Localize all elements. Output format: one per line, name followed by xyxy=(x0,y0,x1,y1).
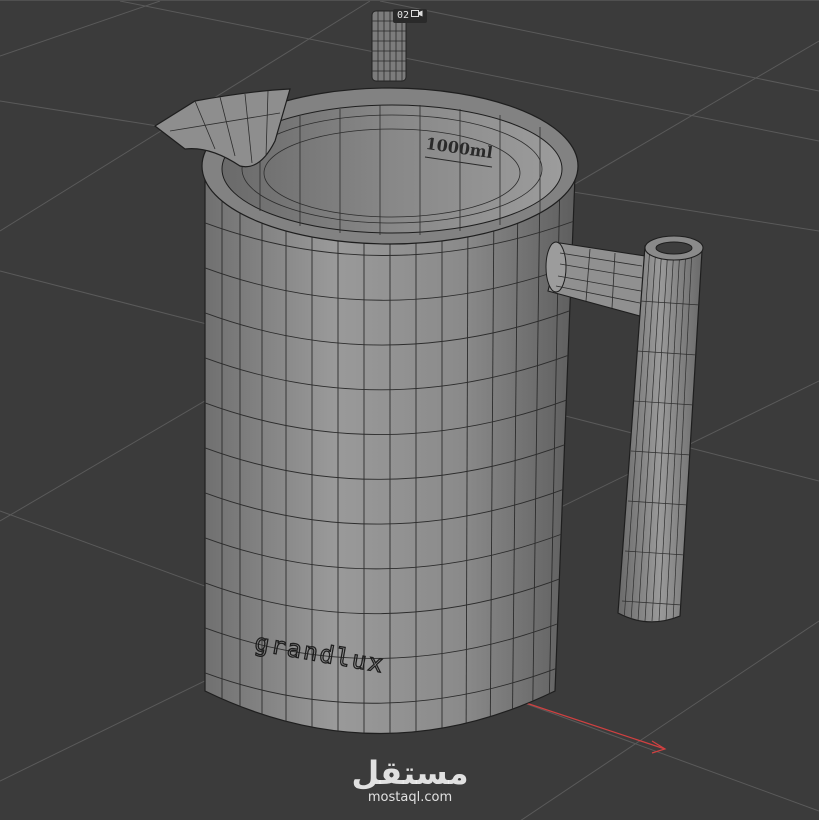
camera-icon xyxy=(411,9,423,23)
scene-canvas[interactable]: 1000ml grandlux xyxy=(0,1,819,820)
x-axis-indicator xyxy=(519,700,667,754)
pitcher-body xyxy=(201,87,579,735)
camera-badge[interactable]: 02 xyxy=(393,9,428,23)
camera-label: 02 xyxy=(397,10,410,21)
3d-viewport[interactable]: 1000ml grandlux 02 مستقل mostaql.com xyxy=(0,0,819,820)
